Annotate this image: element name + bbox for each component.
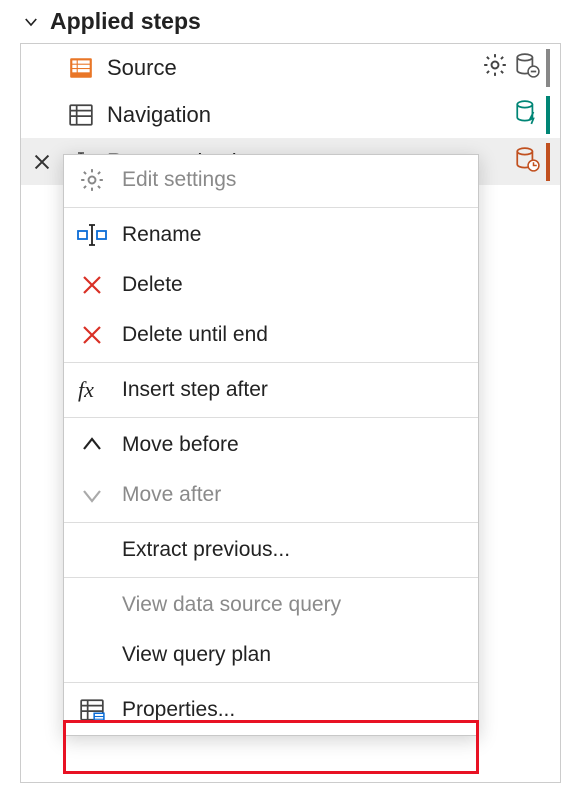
database-clock-icon[interactable] [514, 146, 540, 178]
separator [64, 522, 478, 523]
svg-text:fx: fx [78, 378, 94, 402]
database-minus-icon[interactable] [514, 52, 540, 84]
table-icon [67, 101, 95, 129]
delete-step-icon[interactable] [31, 151, 53, 173]
applied-steps-header[interactable]: Applied steps [0, 0, 581, 43]
ctx-rename[interactable]: Rename [64, 210, 478, 260]
status-bar-icon [546, 143, 550, 181]
separator [64, 682, 478, 683]
panel-title: Applied steps [50, 8, 201, 35]
ctx-edit-settings: Edit settings [64, 155, 478, 205]
database-bolt-icon[interactable] [514, 99, 540, 131]
ctx-label: Rename [122, 223, 201, 247]
chevron-up-icon [76, 429, 108, 461]
ctx-label: Extract previous... [122, 538, 290, 562]
ctx-label: Insert step after [122, 378, 268, 402]
context-menu: Edit settings Rename Delete [63, 154, 479, 736]
chevron-down-icon [76, 479, 108, 511]
status-bar-icon [546, 49, 550, 87]
ctx-label: Move after [122, 483, 221, 507]
ctx-label: View query plan [122, 643, 271, 667]
ctx-delete-until-end[interactable]: Delete until end [64, 310, 478, 360]
ctx-label: Properties... [122, 698, 235, 722]
separator [64, 577, 478, 578]
chevron-down-icon [22, 13, 40, 31]
ctx-label: Move before [122, 433, 239, 457]
status-bar-icon [546, 96, 550, 134]
fx-icon: fx [76, 374, 108, 406]
step-trailing [514, 143, 552, 181]
applied-step-navigation[interactable]: Navigation [21, 91, 560, 138]
step-trailing [514, 96, 552, 134]
gear-icon [76, 164, 108, 196]
ctx-delete[interactable]: Delete [64, 260, 478, 310]
separator [64, 207, 478, 208]
ctx-insert-step-after[interactable]: fx Insert step after [64, 365, 478, 415]
ctx-move-after: Move after [64, 470, 478, 520]
ctx-move-before[interactable]: Move before [64, 420, 478, 470]
gear-icon[interactable] [482, 52, 508, 84]
ctx-label: Edit settings [122, 168, 236, 192]
rename-icon [76, 219, 108, 251]
source-table-icon [67, 54, 95, 82]
properties-table-icon [76, 694, 108, 726]
applied-step-source[interactable]: Source [21, 44, 560, 91]
ctx-view-data-source-query: View data source query [64, 580, 478, 630]
delete-x-icon [76, 319, 108, 351]
ctx-properties[interactable]: Properties... [64, 685, 478, 735]
step-label: Source [107, 55, 470, 81]
ctx-view-query-plan[interactable]: View query plan [64, 630, 478, 680]
ctx-label: Delete [122, 273, 183, 297]
applied-steps-panel: Source Nav [20, 43, 561, 783]
ctx-label: View data source query [122, 593, 341, 617]
ctx-extract-previous[interactable]: Extract previous... [64, 525, 478, 575]
separator [64, 417, 478, 418]
separator [64, 362, 478, 363]
step-trailing [482, 49, 552, 87]
step-label: Navigation [107, 102, 502, 128]
ctx-label: Delete until end [122, 323, 268, 347]
delete-x-icon [76, 269, 108, 301]
